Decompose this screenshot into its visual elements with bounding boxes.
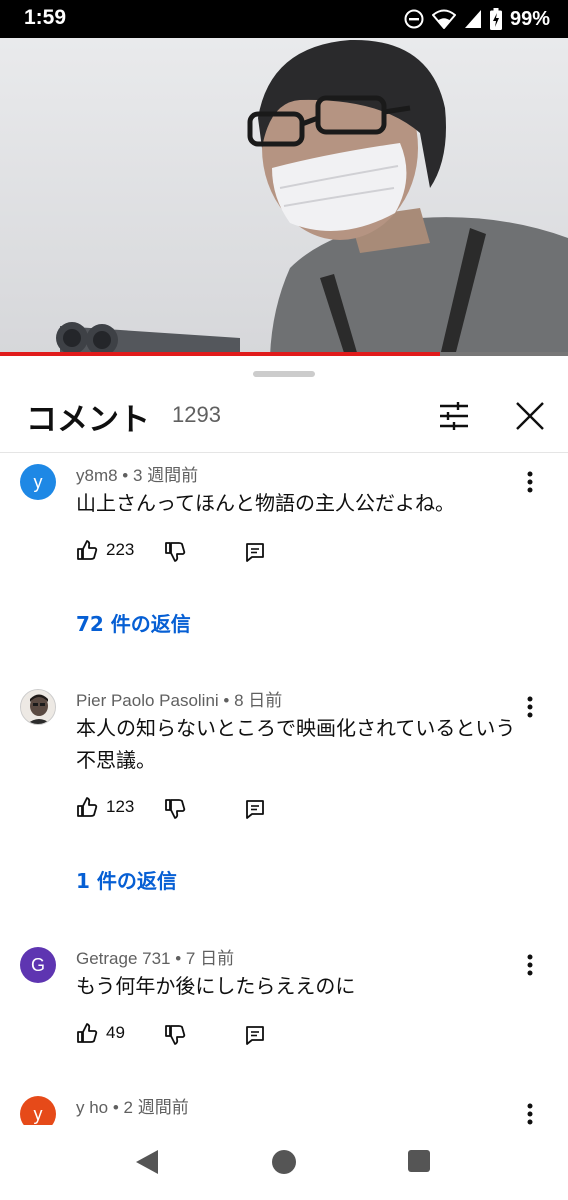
comment-meta[interactable]: y ho • 2 週間前 bbox=[76, 1093, 189, 1118]
reply-button[interactable] bbox=[244, 541, 266, 567]
dislike-button[interactable] bbox=[164, 798, 186, 824]
filter-icon bbox=[440, 402, 468, 430]
like-count: 223 bbox=[106, 540, 135, 559]
like-button[interactable]: 223 bbox=[76, 539, 134, 561]
status-bar: 1:59 99% bbox=[0, 0, 568, 38]
avatar[interactable]: y bbox=[20, 1096, 56, 1125]
comment-meta[interactable]: y8m8 • 3 週間前 bbox=[76, 461, 198, 486]
close-icon bbox=[516, 402, 544, 430]
comments-sheet: コメント 1293 y y8m8 • 3 週間前 山上さんってほんと物語の主人公… bbox=[0, 356, 568, 1200]
drag-handle[interactable] bbox=[253, 371, 315, 377]
comment-text: 山上さんってほんと物語の主人公だよね。 bbox=[76, 491, 455, 515]
like-button[interactable]: 123 bbox=[76, 796, 134, 818]
thumbs-up-icon bbox=[77, 797, 98, 817]
avatar-photo bbox=[21, 690, 55, 724]
battery-charging-icon bbox=[489, 8, 502, 30]
thumbs-down-icon bbox=[165, 799, 186, 819]
dislike-button[interactable] bbox=[164, 541, 186, 567]
view-replies-link[interactable]: 1 件の返信 bbox=[76, 865, 177, 894]
like-count: 123 bbox=[106, 797, 135, 816]
back-icon[interactable] bbox=[134, 1148, 160, 1176]
close-button[interactable] bbox=[512, 398, 548, 434]
like-button[interactable]: 49 bbox=[76, 1022, 125, 1044]
home-icon[interactable] bbox=[272, 1150, 296, 1174]
comment-more-button[interactable] bbox=[518, 1099, 542, 1125]
dislike-button[interactable] bbox=[164, 1024, 186, 1050]
wifi-icon bbox=[431, 9, 456, 29]
like-count: 49 bbox=[106, 1023, 125, 1042]
comments-title: コメント bbox=[26, 402, 150, 438]
comment-list[interactable]: y y8m8 • 3 週間前 山上さんってほんと物語の主人公だよね。 223 7… bbox=[0, 453, 568, 1125]
battery-percentage: 99% bbox=[509, 7, 550, 30]
status-time: 1:59 bbox=[24, 6, 67, 29]
status-icons: 99% bbox=[404, 7, 550, 31]
avatar[interactable] bbox=[20, 689, 56, 725]
comments-count: 1293 bbox=[172, 402, 221, 427]
thumbs-down-icon bbox=[165, 1025, 186, 1045]
avatar[interactable]: y bbox=[20, 464, 56, 500]
filter-button[interactable] bbox=[436, 398, 472, 434]
comment-text: もう何年か後にしたらええのに bbox=[76, 974, 356, 998]
reply-comment-icon bbox=[246, 543, 264, 562]
comment-meta[interactable]: Pier Paolo Pasolini • 8 日前 bbox=[76, 686, 282, 711]
comment-meta[interactable]: Getrage 731 • 7 日前 bbox=[76, 944, 234, 969]
thumbs-up-icon bbox=[77, 1023, 98, 1043]
reply-comment-icon bbox=[246, 800, 264, 819]
system-nav-bar bbox=[0, 1126, 568, 1200]
avatar[interactable]: G bbox=[20, 947, 56, 983]
thumbs-down-icon bbox=[165, 542, 186, 562]
reply-comment-icon bbox=[246, 1026, 264, 1045]
reply-button[interactable] bbox=[244, 1024, 266, 1050]
more-vert-icon bbox=[527, 1103, 533, 1125]
comment-text: 本人の知らないところで映画化されているという不思議。 bbox=[76, 716, 516, 772]
dnd-icon bbox=[404, 9, 424, 29]
thumbs-up-icon bbox=[77, 540, 98, 560]
comments-header: コメント 1293 bbox=[0, 384, 568, 450]
reply-button[interactable] bbox=[244, 798, 266, 824]
signal-icon bbox=[464, 10, 481, 28]
video-player[interactable] bbox=[0, 38, 568, 356]
view-replies-link[interactable]: 72 件の返信 bbox=[76, 608, 191, 637]
recents-icon[interactable] bbox=[408, 1150, 430, 1172]
video-frame bbox=[0, 38, 568, 356]
